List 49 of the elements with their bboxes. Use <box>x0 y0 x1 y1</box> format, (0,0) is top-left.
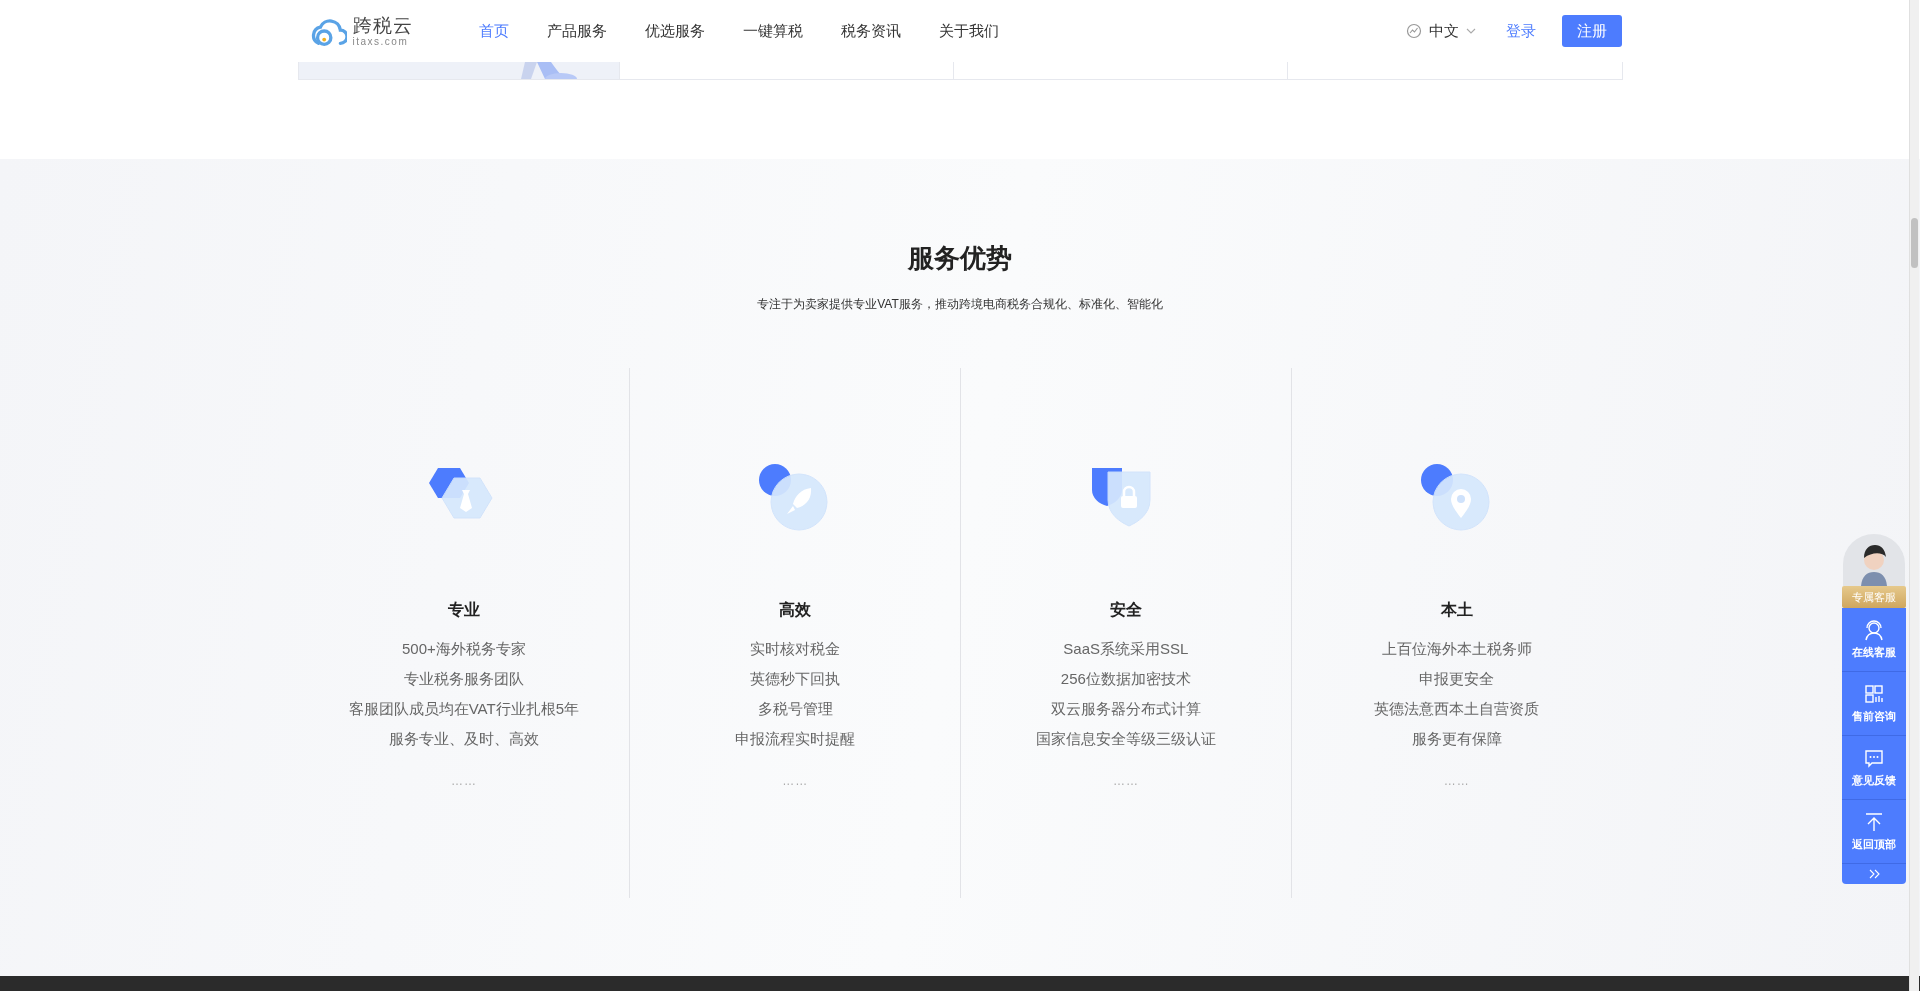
login-link[interactable]: 登录 <box>1505 21 1536 41</box>
feature-line: 国家信息安全等级三级认证 <box>1035 729 1216 749</box>
feature-title: 安全 <box>1109 600 1142 620</box>
feature-title: 专业 <box>447 600 480 620</box>
feature-title: 高效 <box>779 600 812 620</box>
scrollbar[interactable] <box>1909 0 1919 991</box>
register-button[interactable]: 注册 <box>1561 15 1622 47</box>
logo-text: 跨税云 <box>352 15 413 35</box>
qr-code-icon[interactable] <box>1863 683 1885 705</box>
feature-line: 服务更有保障 <box>1411 729 1502 749</box>
feature-line: 客服团队成员均在VAT行业扎根5年 <box>348 699 579 719</box>
section-subtitle: 专注于为卖家提供专业VAT服务，推动跨境电商税务合规化、标准化、智能化 <box>756 296 1164 313</box>
feature-line: 英德秒下回执 <box>750 669 841 689</box>
nav-link[interactable]: 税务资讯 <box>840 21 901 41</box>
feature-line: SaaS系统采用SSL <box>1063 639 1189 659</box>
chat-bubble-icon[interactable] <box>1863 747 1885 769</box>
logo-domain: itaxs.com <box>352 36 410 47</box>
nav-link[interactable]: 优选服务 <box>644 21 705 41</box>
feature-title: 本土 <box>1440 600 1473 620</box>
feature-line: 500+海外税务专家 <box>401 639 526 659</box>
more-dots: …… <box>1112 774 1139 788</box>
side-menu-item[interactable]: 返回顶部 <box>1842 800 1906 864</box>
feature-line: 服务专业、及时、高效 <box>388 729 539 749</box>
nav-link[interactable]: 一键算税 <box>742 21 803 41</box>
side-menu-item[interactable]: 在线客服 <box>1842 608 1906 672</box>
feature-line: 双云服务器分布式计算 <box>1050 699 1201 719</box>
language-selector[interactable]: 中文 <box>1428 21 1459 41</box>
more-dots: …… <box>782 774 809 788</box>
nav-link[interactable]: 关于我们 <box>938 21 999 41</box>
feature-line: 申报流程实时提醒 <box>735 729 856 749</box>
feature-line: 多税号管理 <box>757 699 833 719</box>
feature-line: 申报更安全 <box>1419 669 1495 689</box>
feature-line: 专业税务服务团队 <box>403 669 524 689</box>
side-menu-item[interactable]: 意见反馈 <box>1842 736 1906 800</box>
more-dots: …… <box>1443 774 1470 788</box>
nav-link[interactable]: 首页 <box>478 21 509 41</box>
side-menu-item[interactable]: 售前咨询 <box>1842 672 1906 736</box>
section-title: 服务优势 <box>906 242 1013 275</box>
feature-line: 256位数据加密技术 <box>1060 669 1191 689</box>
feature-line: 英德法意西本土自营资质 <box>1374 699 1540 719</box>
globe-icon[interactable] <box>1405 23 1422 39</box>
feature-line: 上百位海外本土税务师 <box>1381 639 1532 659</box>
nav-link[interactable]: 产品服务 <box>546 21 607 41</box>
chevron-down-icon[interactable] <box>1465 28 1476 34</box>
headset-person-icon[interactable] <box>1863 619 1885 641</box>
more-dots: …… <box>450 774 477 788</box>
feature-line: 实时核对税金 <box>750 639 841 659</box>
arrow-up-icon[interactable] <box>1863 811 1885 833</box>
double-chevron-icon[interactable] <box>1868 869 1880 879</box>
